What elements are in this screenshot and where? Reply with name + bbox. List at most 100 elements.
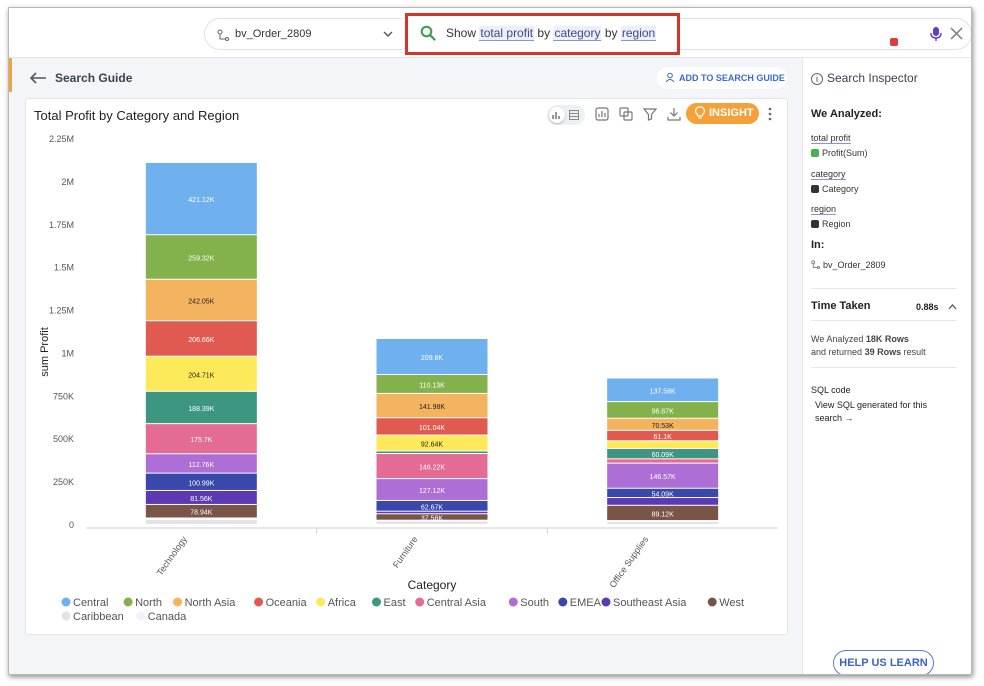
legend-item: South [520, 597, 549, 609]
legend-swatch [707, 597, 717, 607]
search-guide-title[interactable]: Search Guide [55, 71, 132, 85]
legend-item: Central Asia [427, 597, 487, 609]
data-source-selector[interactable]: bv_Order_2809 [204, 18, 402, 50]
add-to-search-guide-label: ADD TO SEARCH GUIDE [679, 73, 785, 83]
legend-swatch [415, 597, 425, 607]
query-keyword-by: by [537, 26, 551, 40]
divider [811, 320, 956, 321]
analyzed-prefix: We Analyzed [811, 334, 864, 344]
data-label: 60.09K [652, 452, 675, 459]
view-sql-label: View SQL generated for this search [815, 400, 928, 423]
data-label: 81.56K [190, 496, 213, 503]
inspector-column: Category [811, 184, 859, 194]
data-label: 421.12K [188, 197, 214, 204]
legend-item: North Asia [185, 597, 237, 609]
bar-segment [607, 459, 719, 463]
recording-indicator [890, 38, 898, 46]
bar-segment [607, 521, 719, 524]
bar-segment [607, 498, 719, 505]
attribute-badge-icon [811, 185, 819, 193]
chart-table-toggle[interactable] [547, 105, 585, 125]
data-label: 127.12K [419, 488, 445, 495]
sql-code-heading: SQL code [811, 385, 851, 395]
legend-swatch [316, 597, 326, 607]
microphone-icon[interactable] [929, 26, 943, 42]
data-label: 259.32K [188, 255, 214, 262]
view-sql-link[interactable]: View SQL generated for this search → [815, 399, 935, 425]
legend-item: Central [73, 597, 108, 609]
data-label: 92.64K [421, 442, 444, 449]
divider [811, 288, 956, 289]
legend-item: Oceania [266, 597, 308, 609]
download-icon[interactable] [667, 107, 681, 121]
help-us-learn-button[interactable]: HELP US LEARN [833, 650, 934, 674]
search-query: Show total profit by category by region [446, 26, 657, 41]
legend-swatch [601, 597, 611, 607]
inspector-source: bv_Order_2809 [811, 260, 886, 270]
guide-accent-bar [9, 58, 12, 92]
legend-item: Caribbean [73, 611, 124, 623]
query-token-category[interactable]: category [553, 26, 602, 41]
legend-swatch [123, 597, 133, 607]
divider [811, 367, 956, 368]
legend-item: Canada [148, 611, 187, 623]
legend-swatch [136, 611, 146, 621]
data-label: 70.53K [652, 423, 675, 430]
legend-item: East [384, 597, 406, 609]
data-label: 78.94K [190, 510, 213, 517]
data-label: 61.1K [654, 434, 673, 441]
chevron-up-icon[interactable] [948, 303, 957, 310]
query-token-measure[interactable]: total profit [479, 26, 535, 41]
insight-button[interactable]: INSIGHT [686, 103, 759, 124]
chart-settings-icon[interactable] [595, 107, 609, 121]
chart-title: Total Profit by Category and Region [34, 108, 240, 123]
add-to-search-guide-button[interactable]: ADD TO SEARCH GUIDE [657, 67, 787, 89]
legend-swatch [61, 611, 71, 621]
analyzed-rows: 18K Rows [865, 334, 909, 344]
inspector-column: Region [811, 219, 851, 229]
lightbulb-icon [695, 106, 705, 119]
data-label: 175.7K [190, 437, 213, 444]
returned-rows: 39 Rows [864, 347, 902, 357]
data-label: 204.71K [188, 372, 214, 379]
bar-segment [607, 441, 719, 449]
column-name: Region [822, 219, 851, 229]
legend-swatch [508, 597, 518, 607]
inspector-token[interactable]: region [811, 204, 837, 215]
chevron-down-icon[interactable] [383, 30, 393, 38]
data-label: 141.98K [419, 404, 445, 411]
more-options-icon[interactable] [768, 107, 772, 121]
data-label: 62.67K [421, 504, 444, 511]
data-label: 242.05K [188, 298, 214, 305]
copy-icon[interactable] [619, 107, 633, 121]
data-label: 146.22K [419, 465, 445, 472]
legend-swatch [372, 597, 381, 607]
data-label: 37.58K [421, 515, 444, 522]
y-tick-label: 2.25M [49, 134, 74, 144]
inspector-token[interactable]: total profit [811, 133, 851, 144]
table-view-icon[interactable] [569, 110, 579, 120]
inspector-token[interactable]: category [811, 169, 846, 180]
data-label: 146.57K [650, 474, 676, 481]
data-label: 100.99K [188, 480, 214, 487]
legend-item: Southeast Asia [613, 597, 687, 609]
x-tick-label: Office Supplies [607, 534, 650, 590]
query-token-region[interactable]: region [620, 26, 657, 41]
data-label: 89.12K [652, 511, 675, 518]
inspector-title-text: Search Inspector [827, 71, 918, 85]
analyzed-rows-text: We Analyzed 18K Rows and returned 39 Row… [811, 333, 961, 359]
measure-badge-icon [811, 149, 819, 157]
data-label: 54.09K [652, 491, 675, 498]
y-tick-label: 0 [69, 520, 74, 530]
data-label: 206.66K [188, 337, 214, 344]
chart-card: 0 250K 500K 750K 1M 1.25M 1.5M 1.75M 2M 2.25M sum … [25, 98, 788, 635]
inspector-source-name: bv_Order_2809 [823, 260, 886, 270]
back-arrow-icon[interactable] [29, 72, 47, 84]
y-axis-label: sum Profit [39, 327, 51, 377]
chart: 0 250K 500K 750K 1M 1.25M 1.5M 1.75M 2M 2.25M sum … [39, 134, 778, 623]
filter-icon[interactable] [643, 107, 657, 121]
data-label: 112.76K [189, 462, 215, 469]
y-tick-label: 500K [53, 434, 74, 444]
close-icon[interactable] [950, 27, 963, 40]
search-input[interactable]: Show total profit by category by region [405, 13, 680, 55]
